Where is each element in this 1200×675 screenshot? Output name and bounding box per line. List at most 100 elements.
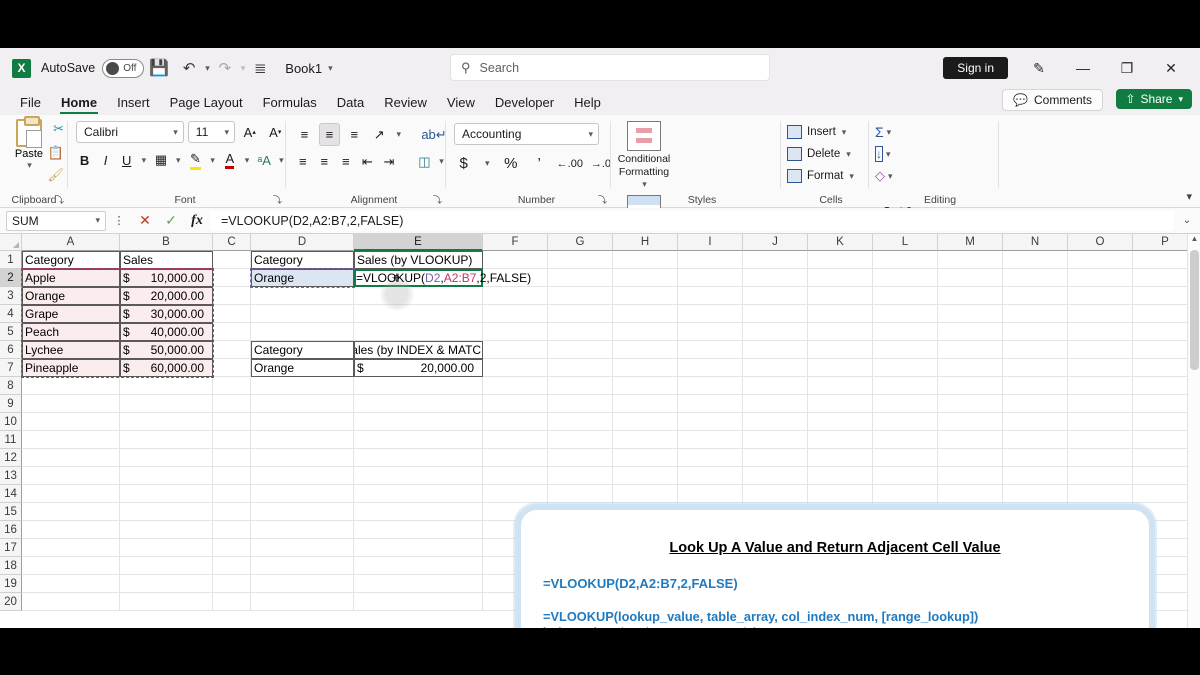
font-dialog-launcher[interactable]: ⤵ — [273, 193, 282, 206]
cell-E2[interactable]: =VLOOKUP(D2,A2:B7,2,FALSE) — [354, 269, 531, 287]
cell-D14[interactable] — [251, 485, 354, 503]
cell-C10[interactable] — [213, 413, 251, 431]
cell-N2[interactable] — [1003, 269, 1068, 287]
cell-I5[interactable] — [678, 323, 743, 341]
cell-C20[interactable] — [213, 593, 251, 611]
fill-dropdown-icon[interactable]: ▾ — [886, 149, 891, 160]
row-header-18[interactable]: 18 — [0, 557, 22, 575]
column-header-C[interactable]: C — [213, 234, 251, 251]
cell-A18[interactable] — [22, 557, 120, 575]
phonetic-dropdown-icon[interactable]: ▾ — [277, 149, 286, 171]
cell-B5[interactable]: $ 40,000.00 — [120, 323, 213, 341]
column-header-A[interactable]: A — [22, 234, 120, 251]
row-header-9[interactable]: 9 — [0, 395, 22, 413]
cell-M9[interactable] — [938, 395, 1003, 413]
cell-M3[interactable] — [938, 287, 1003, 305]
cell-C7[interactable] — [213, 359, 251, 377]
column-header-E[interactable]: E — [354, 234, 483, 251]
cell-A10[interactable] — [22, 413, 120, 431]
cell-K5[interactable] — [808, 323, 873, 341]
cell-M14[interactable] — [938, 485, 1003, 503]
cell-M13[interactable] — [938, 467, 1003, 485]
column-header-H[interactable]: H — [613, 234, 678, 251]
cell-I14[interactable] — [678, 485, 743, 503]
comma-format-icon[interactable]: ’ — [529, 152, 548, 175]
row-header-15[interactable]: 15 — [0, 503, 22, 521]
cell-N12[interactable] — [1003, 449, 1068, 467]
cell-E17[interactable] — [354, 539, 483, 557]
cell-G4[interactable] — [548, 305, 613, 323]
align-left-icon[interactable]: ≡ — [294, 150, 312, 173]
tab-formulas[interactable]: Formulas — [253, 93, 327, 115]
cell-A15[interactable] — [22, 503, 120, 521]
cell-I9[interactable] — [678, 395, 743, 413]
tab-review[interactable]: Review — [374, 93, 437, 115]
cell-H9[interactable] — [613, 395, 678, 413]
cell-E12[interactable] — [354, 449, 483, 467]
cell-D12[interactable] — [251, 449, 354, 467]
customize-quick-access-icon[interactable]: ≣ — [245, 54, 275, 82]
cell-J13[interactable] — [743, 467, 808, 485]
cell-B15[interactable] — [120, 503, 213, 521]
cell-N6[interactable] — [1003, 341, 1068, 359]
cell-C12[interactable] — [213, 449, 251, 467]
cell-N8[interactable] — [1003, 377, 1068, 395]
scissors-icon[interactable]: ✂ — [53, 121, 64, 137]
column-header-D[interactable]: D — [251, 234, 354, 251]
cell-A9[interactable] — [22, 395, 120, 413]
cell-O9[interactable] — [1068, 395, 1133, 413]
cell-N11[interactable] — [1003, 431, 1068, 449]
sign-in-button[interactable]: Sign in — [943, 57, 1008, 79]
cell-C2[interactable] — [213, 269, 251, 287]
delete-cells-dropdown-icon[interactable]: ▾ — [846, 149, 851, 160]
cell-B10[interactable] — [120, 413, 213, 431]
cell-C19[interactable] — [213, 575, 251, 593]
cell-H12[interactable] — [613, 449, 678, 467]
cell-A1[interactable]: Category — [22, 251, 120, 269]
cell-A11[interactable] — [22, 431, 120, 449]
orientation-icon[interactable]: ↗ — [369, 123, 390, 146]
cell-L7[interactable] — [873, 359, 938, 377]
column-header-F[interactable]: F — [483, 234, 548, 251]
cell-K12[interactable] — [808, 449, 873, 467]
cell-E5[interactable] — [354, 323, 483, 341]
cell-O14[interactable] — [1068, 485, 1133, 503]
cell-F5[interactable] — [483, 323, 548, 341]
cell-H13[interactable] — [613, 467, 678, 485]
cell-D15[interactable] — [251, 503, 354, 521]
cell-H1[interactable] — [613, 251, 678, 269]
cell-H11[interactable] — [613, 431, 678, 449]
cell-C11[interactable] — [213, 431, 251, 449]
formula-input[interactable]: =VLOOKUP(D2,A2:B7,2,FALSE) — [210, 210, 1174, 231]
accounting-format-icon[interactable]: $ — [454, 152, 473, 175]
cell-L13[interactable] — [873, 467, 938, 485]
cell-J14[interactable] — [743, 485, 808, 503]
cell-O6[interactable] — [1068, 341, 1133, 359]
cell-E16[interactable] — [354, 521, 483, 539]
align-center-icon[interactable]: ≡ — [316, 150, 334, 173]
cell-A7[interactable]: Pineapple — [22, 359, 120, 377]
cell-C5[interactable] — [213, 323, 251, 341]
number-dialog-launcher[interactable]: ⤵ — [598, 193, 607, 206]
row-header-5[interactable]: 5 — [0, 323, 22, 341]
cell-O10[interactable] — [1068, 413, 1133, 431]
cell-C14[interactable] — [213, 485, 251, 503]
cell-B9[interactable] — [120, 395, 213, 413]
cell-I11[interactable] — [678, 431, 743, 449]
middle-align-icon[interactable]: ≡ — [318, 123, 340, 146]
cell-M1[interactable] — [938, 251, 1003, 269]
delete-cells-button[interactable]: Delete ▾ — [787, 143, 869, 165]
cell-O2[interactable] — [1068, 269, 1133, 287]
cell-E20[interactable] — [354, 593, 483, 611]
column-header-B[interactable]: B — [120, 234, 213, 251]
cell-I13[interactable] — [678, 467, 743, 485]
pen-icon[interactable]: ✎ — [1018, 54, 1060, 82]
cell-F8[interactable] — [483, 377, 548, 395]
cell-O13[interactable] — [1068, 467, 1133, 485]
paste-dropdown-icon[interactable]: ▾ — [7, 160, 52, 171]
cell-N14[interactable] — [1003, 485, 1068, 503]
cell-G6[interactable] — [548, 341, 613, 359]
accounting-dropdown-icon[interactable]: ▾ — [482, 153, 492, 175]
autosum-button[interactable]: Σ ▾ — [875, 121, 909, 143]
autosave-toggle[interactable]: Off — [102, 58, 145, 78]
